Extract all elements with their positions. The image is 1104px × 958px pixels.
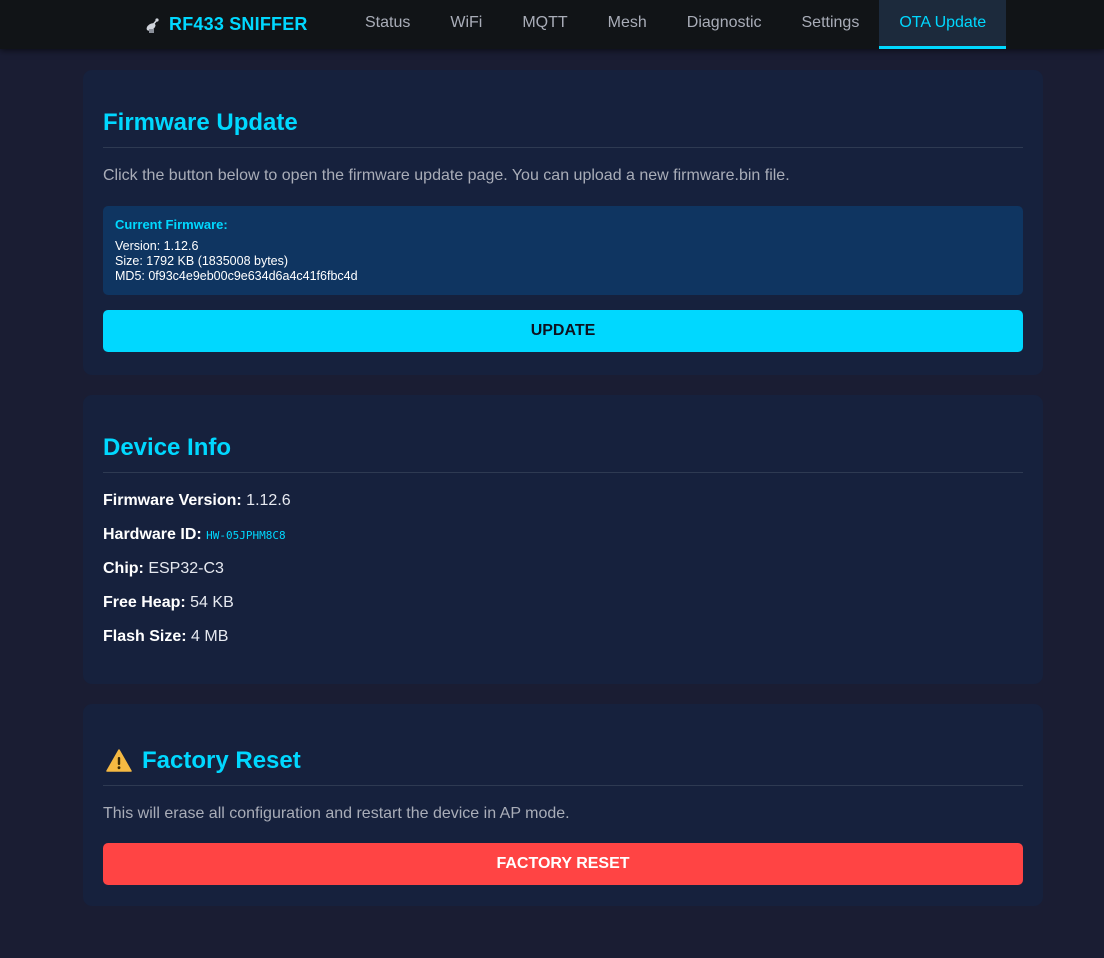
firmware-md5-line: MD5: 0f93c4e9eb00c9e634d6a4c41f6fbc4d [115, 269, 358, 283]
device-info-row: Firmware Version: 1.12.6 [103, 484, 1023, 518]
tab-wifi[interactable]: WiFi [430, 0, 502, 49]
hardware-id-value: HW-05JPHM8C8 [206, 529, 286, 542]
tab-settings[interactable]: Settings [782, 0, 880, 49]
top-nav-bar: RF433 SNIFFER Status WiFi MQTT Mesh Diag… [0, 0, 1104, 49]
factory-reset-heading: Factory Reset [103, 747, 1023, 786]
tab-mesh[interactable]: Mesh [588, 0, 667, 49]
update-button[interactable]: UPDATE [103, 310, 1023, 352]
current-firmware-heading: Current Firmware: [115, 217, 228, 232]
device-info-row: Free Heap: 54 KB [103, 586, 1023, 620]
tab-ota-update[interactable]: OTA Update [879, 0, 1007, 49]
firmware-update-card: Firmware Update Click the button below t… [83, 70, 1043, 375]
device-info-row: Chip: ESP32-C3 [103, 552, 1023, 586]
brand[interactable]: RF433 SNIFFER [142, 0, 308, 49]
flash-size-label: Flash Size: [103, 628, 187, 645]
firmware-update-title: Firmware Update [103, 109, 1023, 148]
free-heap-label: Free Heap: [103, 594, 186, 611]
brand-title: RF433 SNIFFER [169, 14, 308, 34]
chip-value: ESP32-C3 [148, 560, 224, 577]
device-info-title: Device Info [103, 434, 1023, 473]
free-heap-value: 54 KB [190, 594, 234, 611]
device-info-row: Hardware ID: HW-05JPHM8C8 [103, 518, 1023, 552]
factory-reset-button[interactable]: FACTORY RESET [103, 843, 1023, 885]
hardware-id-label: Hardware ID: [103, 526, 202, 543]
device-info-card: Device Info Firmware Version: 1.12.6 Har… [83, 395, 1043, 684]
flash-size-value: 4 MB [191, 628, 229, 645]
device-info-list: Firmware Version: 1.12.6 Hardware ID: HW… [103, 484, 1023, 654]
tab-diagnostic[interactable]: Diagnostic [667, 0, 782, 49]
firmware-update-description: Click the button below to open the firmw… [103, 167, 790, 184]
chip-label: Chip: [103, 560, 144, 577]
firmware-version-label: Firmware Version: [103, 492, 242, 509]
nav-tabs: Status WiFi MQTT Mesh Diagnostic Setting… [345, 0, 1007, 49]
tab-status[interactable]: Status [345, 0, 430, 49]
factory-reset-card: Factory Reset This will erase all config… [83, 704, 1043, 906]
factory-reset-description: This will erase all configuration and re… [103, 805, 570, 822]
tab-mqtt[interactable]: MQTT [502, 0, 587, 49]
firmware-size-line: Size: 1792 KB (1835008 bytes) [115, 254, 289, 268]
warning-icon [103, 749, 132, 773]
satellite-antenna-icon [142, 15, 162, 35]
factory-reset-title: Factory Reset [142, 747, 301, 774]
firmware-version-line: Version: 1.12.6 [115, 239, 199, 253]
firmware-version-value: 1.12.6 [246, 492, 291, 509]
device-info-row: Flash Size: 4 MB [103, 620, 1023, 654]
current-firmware-box: Current Firmware: Version: 1.12.6 Size: … [103, 206, 1023, 295]
